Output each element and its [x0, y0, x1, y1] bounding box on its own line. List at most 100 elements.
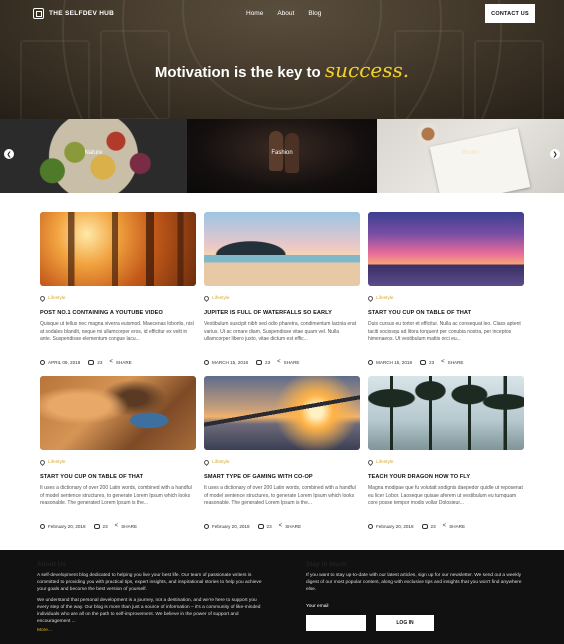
- email-label: Your email: [306, 604, 329, 609]
- post-category[interactable]: Lifestyle: [38, 458, 66, 467]
- comment-count[interactable]: 23: [97, 360, 102, 365]
- post-category[interactable]: Lifestyle: [38, 294, 66, 303]
- stay-in-touch-heading: Stay in touch: [306, 561, 347, 568]
- post-category[interactable]: Lifestyle: [202, 458, 230, 467]
- post-image-sunset[interactable]: [368, 212, 524, 286]
- post-date: February 20, 2018: [376, 523, 414, 529]
- email-input[interactable]: [306, 615, 366, 631]
- post-excerpt: It uses a dictionary of over 200 Latin w…: [40, 485, 192, 507]
- chevron-right-icon[interactable]: ❯: [550, 149, 560, 159]
- location-pin-icon: [366, 294, 375, 303]
- hero-title-accent: success.: [324, 58, 410, 82]
- post-date: MARCH 15, 2018: [212, 359, 249, 365]
- comment-count[interactable]: 23: [265, 360, 270, 365]
- logo-text: THE SELFDEV HUB: [49, 10, 115, 17]
- post-excerpt: Duis cursus eu tortor et efficitur. Null…: [368, 321, 521, 343]
- nav-home[interactable]: Home: [246, 10, 263, 17]
- share-icon[interactable]: <: [277, 359, 281, 365]
- share-label[interactable]: SHARE: [449, 524, 465, 529]
- location-pin-icon: [202, 294, 211, 303]
- location-pin-icon: [366, 458, 375, 467]
- comment-count[interactable]: 23: [103, 524, 108, 529]
- share-label[interactable]: SHARE: [284, 360, 300, 365]
- location-pin-icon: [38, 294, 47, 303]
- post-image-bridge[interactable]: [204, 376, 360, 450]
- post-category[interactable]: Lifestyle: [366, 294, 394, 303]
- share-icon[interactable]: <: [443, 523, 447, 529]
- logo-icon: [33, 8, 44, 19]
- nav-blog[interactable]: Blog: [308, 10, 321, 17]
- post-category[interactable]: Lifestyle: [202, 294, 230, 303]
- category-label: Nature: [84, 150, 103, 156]
- post-card[interactable]: Lifestyle START YOU CUP ON TABLE OF THAT…: [366, 212, 524, 370]
- post-card[interactable]: Lifestyle SMART TYPE OF GAMING WITH CO-O…: [202, 376, 360, 534]
- clock-icon: [40, 523, 45, 529]
- post-date: February 20, 2018: [48, 523, 86, 529]
- category-label: Fashion: [271, 150, 293, 156]
- clock-icon: [368, 523, 373, 529]
- post-title[interactable]: START YOU CUP ON TABLE OF THAT: [40, 474, 196, 480]
- comment-count[interactable]: 23: [267, 524, 272, 529]
- post-date: MARCH 15, 2018: [376, 359, 413, 365]
- post-meta: MARCH 15, 2018 23 < SHARE: [204, 359, 299, 365]
- newsletter-text: If you want to stay up-to-date with our …: [306, 573, 522, 592]
- post-meta: MARCH 15, 2018 23 < SHARE: [368, 359, 463, 365]
- clock-icon: [204, 359, 209, 365]
- hero-title: Motivation is the key to success.: [0, 58, 564, 82]
- about-paragraph-1: A self-development blog dedicated to hel…: [37, 573, 262, 592]
- share-icon[interactable]: <: [279, 523, 283, 529]
- comment-icon: [421, 523, 428, 529]
- share-icon[interactable]: <: [115, 523, 119, 529]
- share-label[interactable]: SHARE: [285, 524, 301, 529]
- share-label[interactable]: SHARE: [448, 360, 464, 365]
- post-card[interactable]: Lifestyle TEACH YOUR DRAGON HOW TO FLY M…: [366, 376, 524, 534]
- post-card[interactable]: Lifestyle JUPITER IS FULL OF WATERFALLS …: [202, 212, 360, 370]
- clock-icon: [204, 523, 209, 529]
- clock-icon: [368, 359, 373, 365]
- share-icon[interactable]: <: [441, 359, 445, 365]
- share-label[interactable]: SHARE: [116, 360, 132, 365]
- about-heading: About Us: [37, 561, 66, 568]
- post-image-desert[interactable]: [40, 376, 196, 450]
- comment-icon: [88, 359, 95, 365]
- post-title[interactable]: SMART TYPE OF GAMING WITH CO-OP: [204, 474, 360, 480]
- post-image-forest[interactable]: [40, 212, 196, 286]
- post-date: APRIL 09, 2018: [48, 359, 81, 365]
- post-excerpt: Vestibulum suscipit nibh sed odio pharet…: [204, 321, 357, 343]
- post-excerpt: It uses a dictionary of over 200 Latin w…: [204, 485, 356, 507]
- nav-about[interactable]: About: [277, 10, 294, 17]
- post-meta: February 20, 2018 23 < SHARE: [368, 523, 465, 529]
- post-image-palms[interactable]: [368, 376, 524, 450]
- comment-count[interactable]: 23: [429, 360, 434, 365]
- chevron-left-icon[interactable]: ❮: [4, 149, 14, 159]
- site-logo[interactable]: THE SELFDEV HUB: [33, 8, 114, 19]
- category-carousel: Nature Fashion Books: [0, 119, 564, 193]
- comment-count[interactable]: 23: [431, 524, 436, 529]
- login-button[interactable]: LOG IN: [376, 615, 434, 631]
- post-title[interactable]: POST NO.1 CONTAINING A YOUTUBE VIDEO: [40, 310, 196, 316]
- post-category[interactable]: Lifestyle: [366, 458, 394, 467]
- post-meta: APRIL 09, 2018 23 < SHARE: [40, 359, 132, 365]
- share-label[interactable]: SHARE: [121, 524, 137, 529]
- post-title[interactable]: TEACH YOUR DRAGON HOW TO FLY: [368, 474, 524, 480]
- category-books[interactable]: Books: [377, 119, 564, 193]
- post-card[interactable]: Lifestyle POST NO.1 CONTAINING A YOUTUBE…: [38, 212, 196, 370]
- main-nav: Home About Blog: [246, 10, 321, 17]
- more-link[interactable]: More...: [37, 628, 52, 633]
- category-label: Books: [462, 150, 479, 156]
- post-date: February 20, 2018: [212, 523, 250, 529]
- post-image-beach[interactable]: [204, 212, 360, 286]
- post-meta: February 20, 2018 23 < SHARE: [40, 523, 137, 529]
- location-pin-icon: [202, 458, 211, 467]
- category-nature[interactable]: Nature: [0, 119, 187, 193]
- contact-us-button[interactable]: CONTACT US: [485, 4, 535, 23]
- post-excerpt: Magna modipae que fu volutatt sodignis d…: [368, 485, 523, 507]
- comment-icon: [257, 523, 264, 529]
- post-title[interactable]: JUPITER IS FULL OF WATERFALLS SO EARLY: [204, 310, 360, 316]
- post-title[interactable]: START YOU CUP ON TABLE OF THAT: [368, 310, 524, 316]
- post-meta: February 20, 2018 23 < SHARE: [204, 523, 301, 529]
- category-fashion[interactable]: Fashion: [187, 119, 377, 193]
- share-icon[interactable]: <: [109, 359, 113, 365]
- post-card[interactable]: Lifestyle START YOU CUP ON TABLE OF THAT…: [38, 376, 196, 534]
- comment-icon: [256, 359, 263, 365]
